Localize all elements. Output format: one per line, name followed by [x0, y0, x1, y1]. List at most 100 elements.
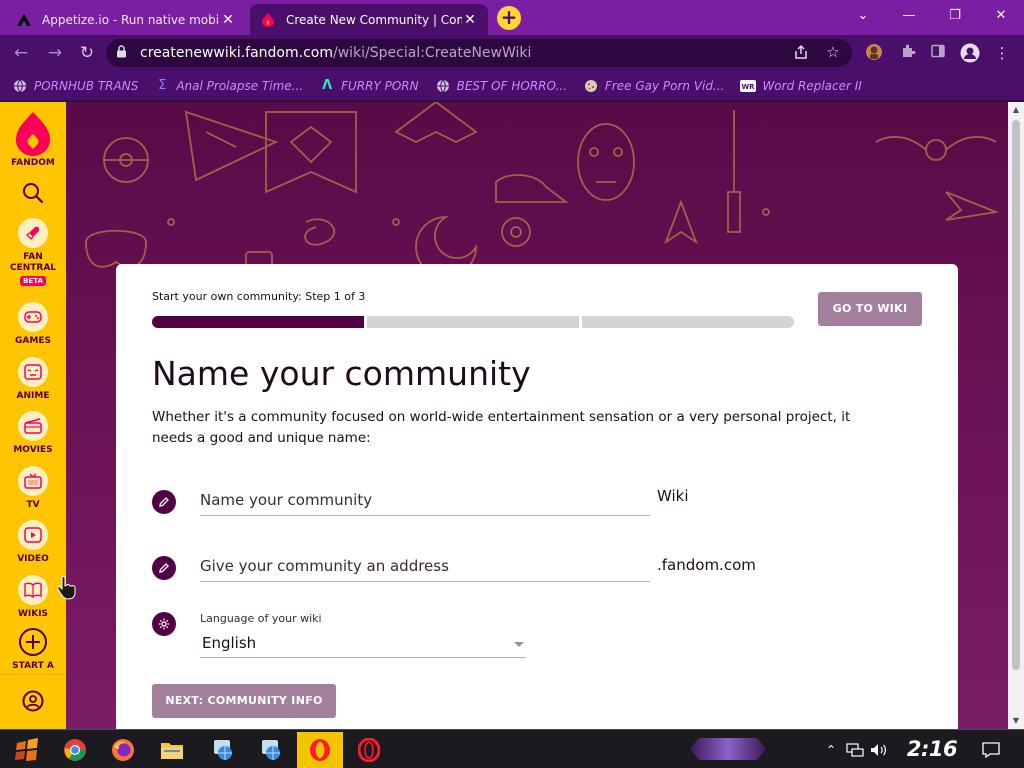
progress-segment-2 — [367, 316, 579, 328]
language-label: Language of your wiki — [200, 612, 322, 625]
minimize-button[interactable]: — — [896, 6, 922, 26]
browser-menu-icon[interactable]: ⋮ — [992, 43, 1012, 63]
user-account-button[interactable] — [0, 690, 66, 712]
file-explorer-taskbar-app[interactable] — [148, 732, 196, 768]
sidebar-item-label: FAN CENTRAL — [9, 252, 57, 273]
sidebar-item-label: START A WIKI — [12, 661, 54, 671]
restore-button[interactable]: ❐ — [942, 6, 968, 26]
page-scrollbar[interactable]: ▲ ▼ — [1008, 102, 1024, 729]
close-tab-icon[interactable]: ✕ — [462, 12, 478, 28]
play-icon — [18, 520, 48, 550]
next-community-info-button[interactable]: NEXT: COMMUNITY INFO — [152, 684, 336, 718]
extensions-puzzle-icon[interactable] — [898, 43, 918, 63]
community-address-input[interactable] — [200, 550, 650, 582]
bookmark-item[interactable]: Free Gay Porn Vid... — [583, 78, 725, 94]
opera-icon — [358, 738, 380, 762]
side-panel-icon[interactable] — [928, 43, 948, 63]
bookmark-item[interactable]: PORNHUB TRANS — [12, 78, 138, 94]
domain-suffix: .fandom.com — [657, 556, 756, 574]
scroll-up-icon[interactable]: ▲ — [1008, 102, 1024, 118]
sidebar-item-tv[interactable]: TV — [0, 466, 66, 511]
bookmark-item[interactable]: WR Word Replacer II — [740, 78, 862, 94]
sidebar-item-video[interactable]: VIDEO — [0, 520, 66, 565]
opera-icon — [310, 739, 330, 761]
browser-toolbar: ← → ↻ createnewwiki.fandom.com/wiki/Spec… — [0, 35, 1024, 71]
address-bar[interactable]: createnewwiki.fandom.com/wiki/Special:Cr… — [106, 39, 852, 67]
pencil-icon — [152, 556, 176, 580]
opera-gx-taskbar-app[interactable] — [346, 732, 392, 768]
chrome-taskbar-app[interactable] — [52, 732, 98, 768]
network-app-taskbar-2[interactable] — [248, 732, 294, 768]
bookmark-item[interactable]: Λ FURRY PORN — [319, 78, 419, 94]
sidebar-item-games[interactable]: GAMES — [0, 302, 66, 347]
volume-icon[interactable] — [870, 730, 888, 768]
sidebar-item-label: WIKIS — [17, 609, 49, 619]
sidebar-item-label: MOVIES — [13, 445, 53, 455]
tab-search-icon[interactable]: ⌄ — [850, 6, 876, 26]
bookmark-star-icon[interactable]: ☆ — [824, 43, 842, 61]
notifications-icon[interactable] — [982, 730, 1000, 768]
bookmark-item[interactable]: Σ Anal Prolapse Time... — [154, 78, 303, 94]
close-window-button[interactable]: ✕ — [988, 6, 1014, 26]
page-description: Whether it's a community focused on worl… — [152, 409, 851, 446]
community-name-input[interactable] — [200, 484, 650, 516]
progress-fill — [152, 316, 364, 328]
sidebar-item-fan-central[interactable]: FAN CENTRAL BETA — [0, 218, 66, 286]
network-app-taskbar-1[interactable] — [200, 732, 246, 768]
language-select[interactable]: English — [200, 630, 526, 658]
network-tray-icon[interactable] — [846, 730, 864, 768]
go-to-wiki-button[interactable]: GO TO WIKI — [818, 292, 922, 326]
start-button[interactable] — [4, 732, 50, 768]
extension-avatar-icon[interactable] — [864, 43, 884, 63]
share-icon[interactable] — [792, 44, 810, 62]
url-host: createnewwiki.fandom.com — [140, 45, 333, 61]
rocket-icon — [18, 218, 48, 248]
opera-taskbar-app-active[interactable] — [297, 732, 343, 768]
sidebar-item-anime[interactable]: ANIME — [0, 357, 66, 402]
scroll-thumb[interactable] — [1012, 120, 1020, 670]
step-indicator: Start your own community: Step 1 of 3 — [152, 290, 366, 303]
sidebar-item-label: GAMES — [15, 336, 51, 346]
sigma-icon: Σ — [158, 78, 167, 93]
search-icon — [23, 183, 44, 204]
page-viewport: FANDOM FAN CENTRAL BETA GAMES ANIME MOVI… — [0, 102, 1024, 729]
sidebar-item-start-a-wiki[interactable]: START A WIKI — [0, 627, 66, 671]
windows-taskbar: ⌃ 2:16 PM — [0, 729, 1024, 768]
tab-create-new-community[interactable]: Create New Community | Comm ✕ — [250, 4, 488, 35]
bookmark-item[interactable]: BEST OF HORRO... — [435, 78, 567, 94]
gamepad-icon — [18, 302, 48, 332]
bookmark-label: BEST OF HORRO... — [456, 78, 567, 93]
bookmark-label: Anal Prolapse Time... — [176, 78, 304, 93]
language-value: English — [202, 634, 257, 652]
book-icon — [18, 575, 48, 605]
beta-badge: BETA — [20, 276, 46, 286]
sidebar-item-label: VIDEO — [17, 554, 49, 564]
scroll-down-icon[interactable]: ▼ — [1008, 713, 1024, 729]
bookmark-label: Free Gay Porn Vid... — [604, 78, 725, 93]
clapperboard-icon — [18, 411, 48, 441]
back-arrow-icon[interactable]: ← — [10, 42, 32, 64]
start-logo-icon — [15, 738, 38, 761]
hand-cursor-icon — [57, 576, 76, 600]
forward-arrow-icon[interactable]: → — [44, 42, 66, 64]
appetize-favicon-icon — [16, 12, 32, 28]
show-hidden-icons[interactable]: ⌃ — [826, 730, 836, 768]
tv-icon — [18, 466, 48, 496]
firefox-taskbar-app[interactable] — [100, 732, 146, 768]
fandom-logo[interactable]: FANDOM — [0, 112, 66, 169]
taskbar-clock[interactable]: 2:16 PM — [900, 734, 964, 768]
tab-appetize[interactable]: Appetize.io - Run native mobile ✕ — [6, 4, 246, 35]
sidebar-item-movies[interactable]: MOVIES — [0, 411, 66, 456]
plus-circle-icon — [19, 628, 47, 656]
close-tab-icon[interactable]: ✕ — [220, 12, 236, 28]
svg-text:WR: WR — [742, 83, 756, 91]
search-button[interactable] — [0, 182, 66, 204]
reload-icon[interactable]: ↻ — [76, 42, 98, 64]
bookmarks-bar: PORNHUB TRANS Σ Anal Prolapse Time... Λ … — [0, 71, 1024, 101]
new-tab-button[interactable]: + — [497, 6, 521, 30]
anime-face-icon — [18, 357, 48, 387]
profile-icon[interactable] — [960, 43, 980, 63]
tab-title: Create New Community | Comm — [286, 12, 462, 27]
wr-icon: WR — [740, 78, 757, 94]
taskbar-decoration — [690, 738, 766, 760]
